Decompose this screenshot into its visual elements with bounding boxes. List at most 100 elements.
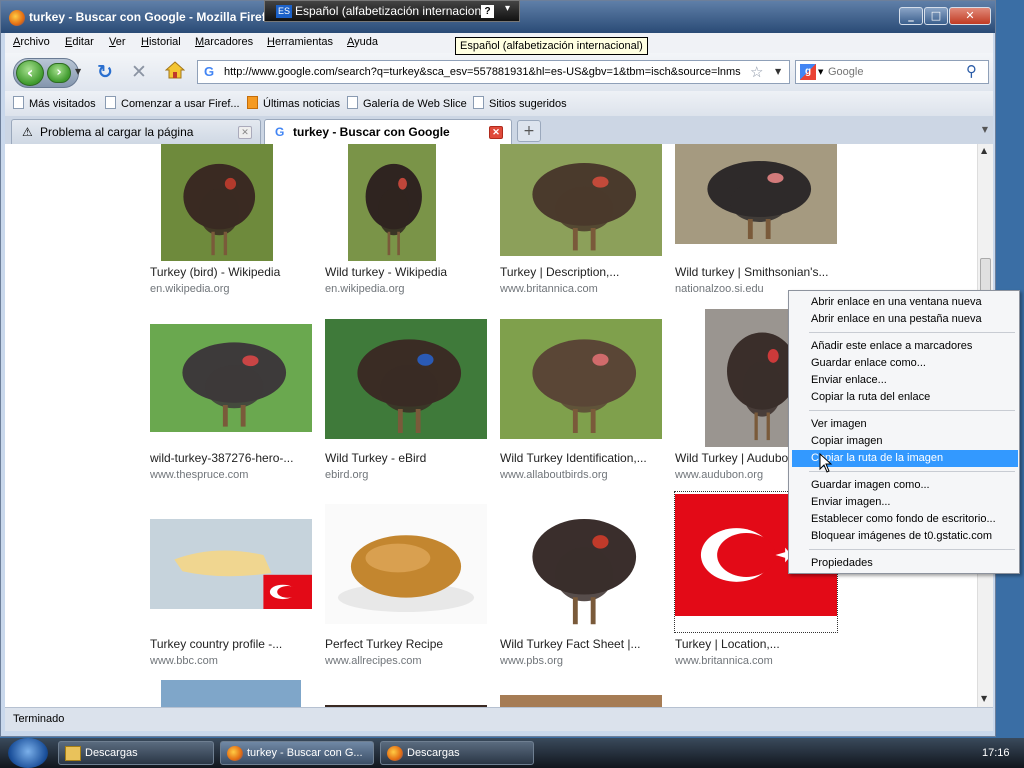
history-dropdown-icon[interactable]: ▼ [75, 67, 81, 76]
menu-herramientas[interactable]: Herramientas [267, 36, 333, 48]
context-item[interactable]: Copiar imagen [792, 433, 1018, 450]
result-caption[interactable]: Turkey | Location,... [675, 637, 780, 651]
engine-dropdown-icon[interactable]: ▼ [818, 68, 823, 76]
turkey-photo [161, 144, 273, 261]
result-source[interactable]: www.allrecipes.com [325, 655, 422, 667]
page-icon [473, 96, 484, 109]
result-source[interactable]: nationalzoo.si.edu [675, 283, 764, 295]
context-item[interactable]: Enviar imagen... [792, 494, 1018, 511]
search-icon[interactable]: ⚲ [966, 62, 977, 80]
result-source[interactable]: www.thespruce.com [150, 469, 248, 481]
menu-marcadores[interactable]: Marcadores [195, 36, 253, 48]
scroll-up-icon[interactable]: ▲ [981, 146, 987, 155]
context-item[interactable]: Copiar la ruta del enlace [792, 389, 1018, 406]
close-tab-icon[interactable]: ✕ [489, 126, 503, 139]
result-caption[interactable]: Turkey (bird) - Wikipedia [150, 265, 280, 279]
menu-ver[interactable]: Ver [109, 36, 126, 48]
url-input[interactable] [224, 64, 744, 80]
menu-editar[interactable]: Editar [65, 36, 94, 48]
result-thumbnail[interactable] [675, 144, 837, 244]
home-icon[interactable] [165, 61, 185, 79]
tab-list-dropdown-icon[interactable]: ▼ [977, 120, 993, 142]
back-button[interactable]: ‹ [16, 60, 44, 86]
scroll-down-icon[interactable]: ▼ [981, 694, 987, 703]
context-item[interactable]: Ver imagen [792, 416, 1018, 433]
bookmark-star-icon[interactable]: ☆ [750, 63, 763, 81]
context-item[interactable]: Propiedades [792, 555, 1018, 572]
result-caption[interactable]: Perfect Turkey Recipe [325, 637, 443, 651]
context-item[interactable]: Añadir este enlace a marcadores [792, 338, 1018, 355]
result-source[interactable]: en.wikipedia.org [325, 283, 405, 295]
result-source[interactable]: www.bbc.com [150, 655, 218, 667]
maximize-button[interactable]: □ [924, 7, 948, 25]
result-thumbnail[interactable] [150, 324, 312, 432]
search-bar[interactable]: g ▼ ⚲ [795, 60, 989, 84]
result-thumbnail[interactable] [325, 504, 487, 624]
result-thumbnail[interactable] [325, 319, 487, 439]
menu-archivo[interactable]: Archivo [13, 36, 50, 48]
result-source[interactable]: www.britannica.com [675, 655, 773, 667]
bookmark-galeria[interactable]: Galería de Web Slice [347, 96, 467, 110]
minimize-button[interactable]: _ [899, 7, 923, 25]
forward-button[interactable]: › [47, 63, 71, 83]
task-firefox-turkey[interactable]: turkey - Buscar con G... [220, 741, 374, 765]
result-caption[interactable]: Wild turkey | Smithsonian's... [675, 265, 828, 279]
context-item[interactable]: Bloquear imágenes de t0.gstatic.com [792, 528, 1018, 545]
reload-icon[interactable]: ↻ [97, 61, 113, 83]
result-thumbnail[interactable] [500, 695, 662, 707]
result-caption[interactable]: Wild Turkey Fact Sheet |... [500, 637, 641, 651]
bookmark-ultimas-noticias[interactable]: Últimas noticias [247, 96, 340, 110]
result-thumbnail[interactable] [500, 319, 662, 439]
close-tab-icon[interactable]: ✕ [238, 126, 252, 139]
result-source[interactable]: www.allaboutbirds.org [500, 469, 608, 481]
result-source[interactable]: www.audubon.org [675, 469, 763, 481]
result-caption[interactable]: Turkey country profile -... [150, 637, 282, 651]
task-descargas-folder[interactable]: Descargas [58, 741, 214, 765]
bookmark-comenzar[interactable]: Comenzar a usar Firef... [105, 96, 240, 110]
result-thumbnail[interactable] [161, 144, 273, 261]
result-caption[interactable]: Wild turkey - Wikipedia [325, 265, 447, 279]
turkey-photo [325, 319, 487, 439]
context-item[interactable]: Establecer como fondo de escritorio... [792, 511, 1018, 528]
context-item[interactable]: Guardar imagen como... [792, 477, 1018, 494]
new-tab-button[interactable]: + [517, 120, 541, 142]
result-source[interactable]: www.pbs.org [500, 655, 563, 667]
result-thumbnail[interactable] [348, 144, 436, 261]
scrollbar-thumb[interactable] [980, 258, 991, 292]
task-firefox-descargas[interactable]: Descargas [380, 741, 534, 765]
context-item[interactable]: Guardar enlace como... [792, 355, 1018, 372]
result-caption[interactable]: Wild Turkey Identification,... [500, 451, 647, 465]
tab-problema-cargar[interactable]: ⚠ Problema al cargar la página ✕ [11, 119, 261, 144]
close-window-button[interactable]: ✕ [949, 7, 991, 25]
url-dropdown-icon[interactable]: ▼ [775, 67, 781, 76]
result-thumbnail[interactable] [500, 496, 662, 631]
help-icon[interactable]: ? [481, 5, 494, 18]
result-caption[interactable]: wild-turkey-387276-hero-... [150, 451, 293, 465]
search-engine-icon[interactable]: g [800, 64, 816, 80]
url-bar[interactable]: G ☆ ▼ [197, 60, 790, 84]
langbar-options-icon[interactable]: ▾ [505, 3, 510, 14]
bookmark-mas-visitados[interactable]: Más visitados [13, 96, 96, 110]
result-source[interactable]: www.britannica.com [500, 283, 598, 295]
bookmark-sitios-sugeridos[interactable]: Sitios sugeridos [473, 96, 567, 110]
language-bar[interactable]: ES Español (alfabetización internacional… [264, 0, 520, 22]
result-caption[interactable]: Wild Turkey - eBird [325, 451, 426, 465]
language-label[interactable]: Español (alfabetización internacional) [295, 4, 494, 18]
context-item[interactable]: Enviar enlace... [792, 372, 1018, 389]
tab-turkey-google[interactable]: G turkey - Buscar con Google ✕ [264, 119, 512, 144]
result-thumbnail[interactable] [500, 144, 662, 256]
result-source[interactable]: ebird.org [325, 469, 368, 481]
result-thumbnail[interactable] [150, 519, 312, 609]
start-button[interactable] [8, 738, 48, 768]
language-code[interactable]: ES [276, 5, 292, 18]
context-item[interactable]: Abrir enlace en una pestaña nueva [792, 311, 1018, 328]
result-caption[interactable]: Turkey | Description,... [500, 265, 619, 279]
stop-icon[interactable]: ✕ [131, 61, 147, 83]
menu-historial[interactable]: Historial [141, 36, 181, 48]
result-source[interactable]: en.wikipedia.org [150, 283, 230, 295]
context-item[interactable]: Abrir enlace en una ventana nueva [792, 294, 1018, 311]
menu-ayuda[interactable]: Ayuda [347, 36, 378, 48]
search-input[interactable] [828, 64, 963, 80]
result-thumbnail[interactable] [161, 680, 301, 707]
result-caption[interactable]: Wild Turkey | Audubo [675, 451, 788, 465]
